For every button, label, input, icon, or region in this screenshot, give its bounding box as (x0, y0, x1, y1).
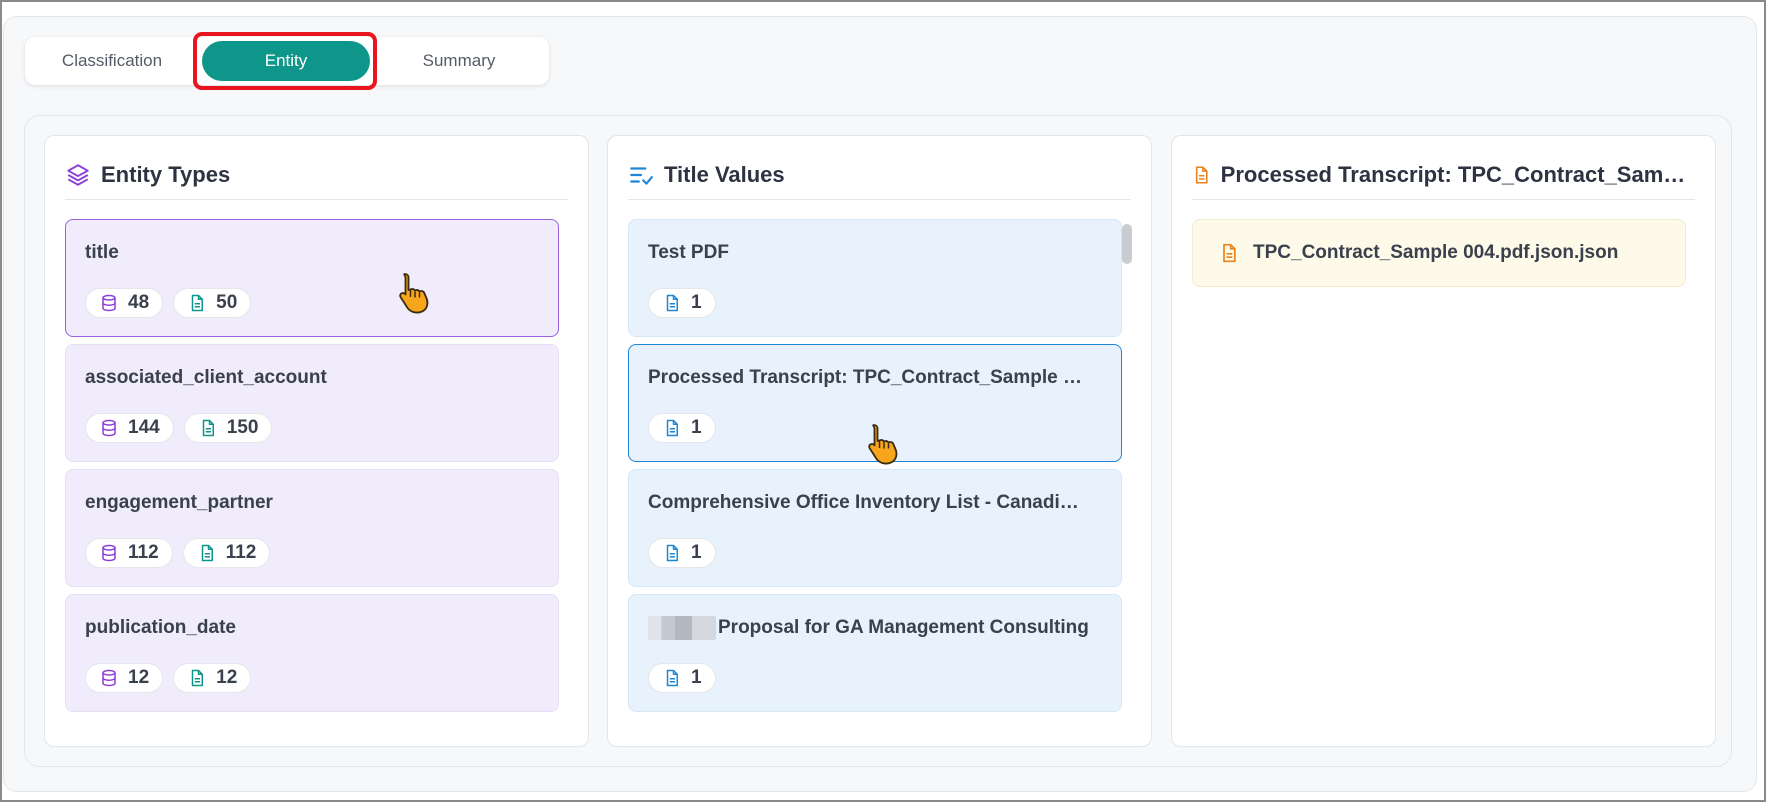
title-value-card[interactable]: Comprehensive Office Inventory List - Ca… (628, 469, 1122, 587)
database-icon (102, 669, 116, 687)
panel-header: Title Values (628, 160, 1131, 200)
entity-type-name: associated_client_account (85, 367, 327, 388)
panel-header: Processed Transcript: TPC_Contract_Sampl… (1192, 160, 1695, 200)
panel-title: Entity Types (101, 162, 231, 187)
records-count-chip: 144 (85, 413, 174, 443)
documents-count-chip: 50 (173, 288, 252, 318)
documents-count: 1 (691, 667, 702, 688)
records-count: 48 (128, 292, 150, 313)
title-value-name: Test PDF (648, 242, 729, 263)
hand-pointer-icon (868, 424, 898, 465)
panel-title: Title Values (664, 162, 785, 187)
file-icon (1223, 243, 1236, 263)
file-icon (191, 669, 204, 687)
documents-count-chip: 150 (183, 413, 273, 443)
file-icon (202, 419, 214, 437)
documents-count-chip: 1 (648, 663, 716, 693)
list-check-icon (630, 167, 653, 185)
panel-title: Processed Transcript: TPC_Contract_Sampl… (1220, 162, 1695, 187)
documents-count-chip: 1 (648, 413, 716, 443)
entity-type-card[interactable]: title 48 50 (65, 219, 559, 337)
documents-panel: Processed Transcript: TPC_Contract_Sampl… (1171, 135, 1716, 747)
file-icon (201, 544, 213, 562)
hand-pointer-icon (399, 273, 429, 314)
title-value-card[interactable]: Proposal for GA Management Consulting 1 (628, 594, 1122, 712)
documents-count: 1 (691, 292, 702, 313)
entity-type-card[interactable]: associated_client_account 144 150 (65, 344, 559, 462)
entity-type-name: engagement_partner (85, 492, 273, 513)
records-count-chip: 12 (85, 663, 164, 693)
documents-count-chip: 12 (173, 663, 252, 693)
document-file-item[interactable]: TPC_Contract_Sample 004.pdf.json.json (1192, 219, 1686, 287)
documents-count: 1 (691, 542, 702, 563)
documents-count: 1 (691, 417, 702, 438)
tab-summary[interactable]: Summary (375, 41, 543, 81)
layers-icon (67, 164, 89, 186)
records-count: 144 (128, 417, 160, 438)
title-value-name-row: Proposal for GA Management Consulting (648, 615, 1101, 641)
records-count-chip: 48 (85, 288, 164, 318)
records-count-chip: 112 (85, 538, 173, 568)
scrollbar[interactable] (1120, 220, 1134, 732)
scrollbar-thumb[interactable] (1122, 224, 1132, 264)
document-file-name: TPC_Contract_Sample 004.pdf.json.json (1253, 242, 1619, 263)
documents-count: 150 (226, 417, 259, 438)
database-icon (102, 544, 116, 562)
file-icon (666, 294, 678, 312)
panel-header: Entity Types (65, 160, 568, 200)
redacted-text (648, 615, 716, 640)
database-icon (102, 294, 116, 312)
records-count: 12 (128, 667, 150, 688)
tab-highlight-box (193, 32, 377, 90)
title-value-name: Processed Transcript: TPC_Contract_Sampl… (648, 367, 1082, 388)
entity-type-name: title (85, 242, 119, 263)
file-icon (666, 544, 678, 562)
entity-type-card[interactable]: engagement_partner 112 112 (65, 469, 559, 587)
file-icon (666, 419, 678, 437)
records-count: 112 (128, 542, 159, 563)
documents-count-chip: 1 (648, 288, 716, 318)
title-value-card[interactable]: Test PDF 1 (628, 219, 1122, 337)
title-value-name: Proposal for GA Management Consulting (718, 617, 1089, 638)
entity-type-card[interactable]: publication_date 12 12 (65, 594, 559, 712)
tab-classification[interactable]: Classification (31, 41, 193, 81)
documents-count: 112 (225, 542, 257, 563)
entity-type-name: publication_date (85, 617, 236, 638)
file-icon (191, 294, 204, 312)
documents-count: 50 (216, 292, 238, 313)
file-icon (666, 669, 678, 687)
title-value-name: Comprehensive Office Inventory List - Ca… (648, 492, 1079, 513)
documents-count-chip: 112 (182, 538, 271, 568)
documents-count: 12 (216, 667, 238, 688)
file-text-icon (1195, 166, 1208, 184)
documents-count-chip: 1 (648, 538, 716, 568)
entity-types-panel: Entity Types title 48 50 associated_clie… (44, 135, 589, 747)
database-icon (102, 419, 116, 437)
